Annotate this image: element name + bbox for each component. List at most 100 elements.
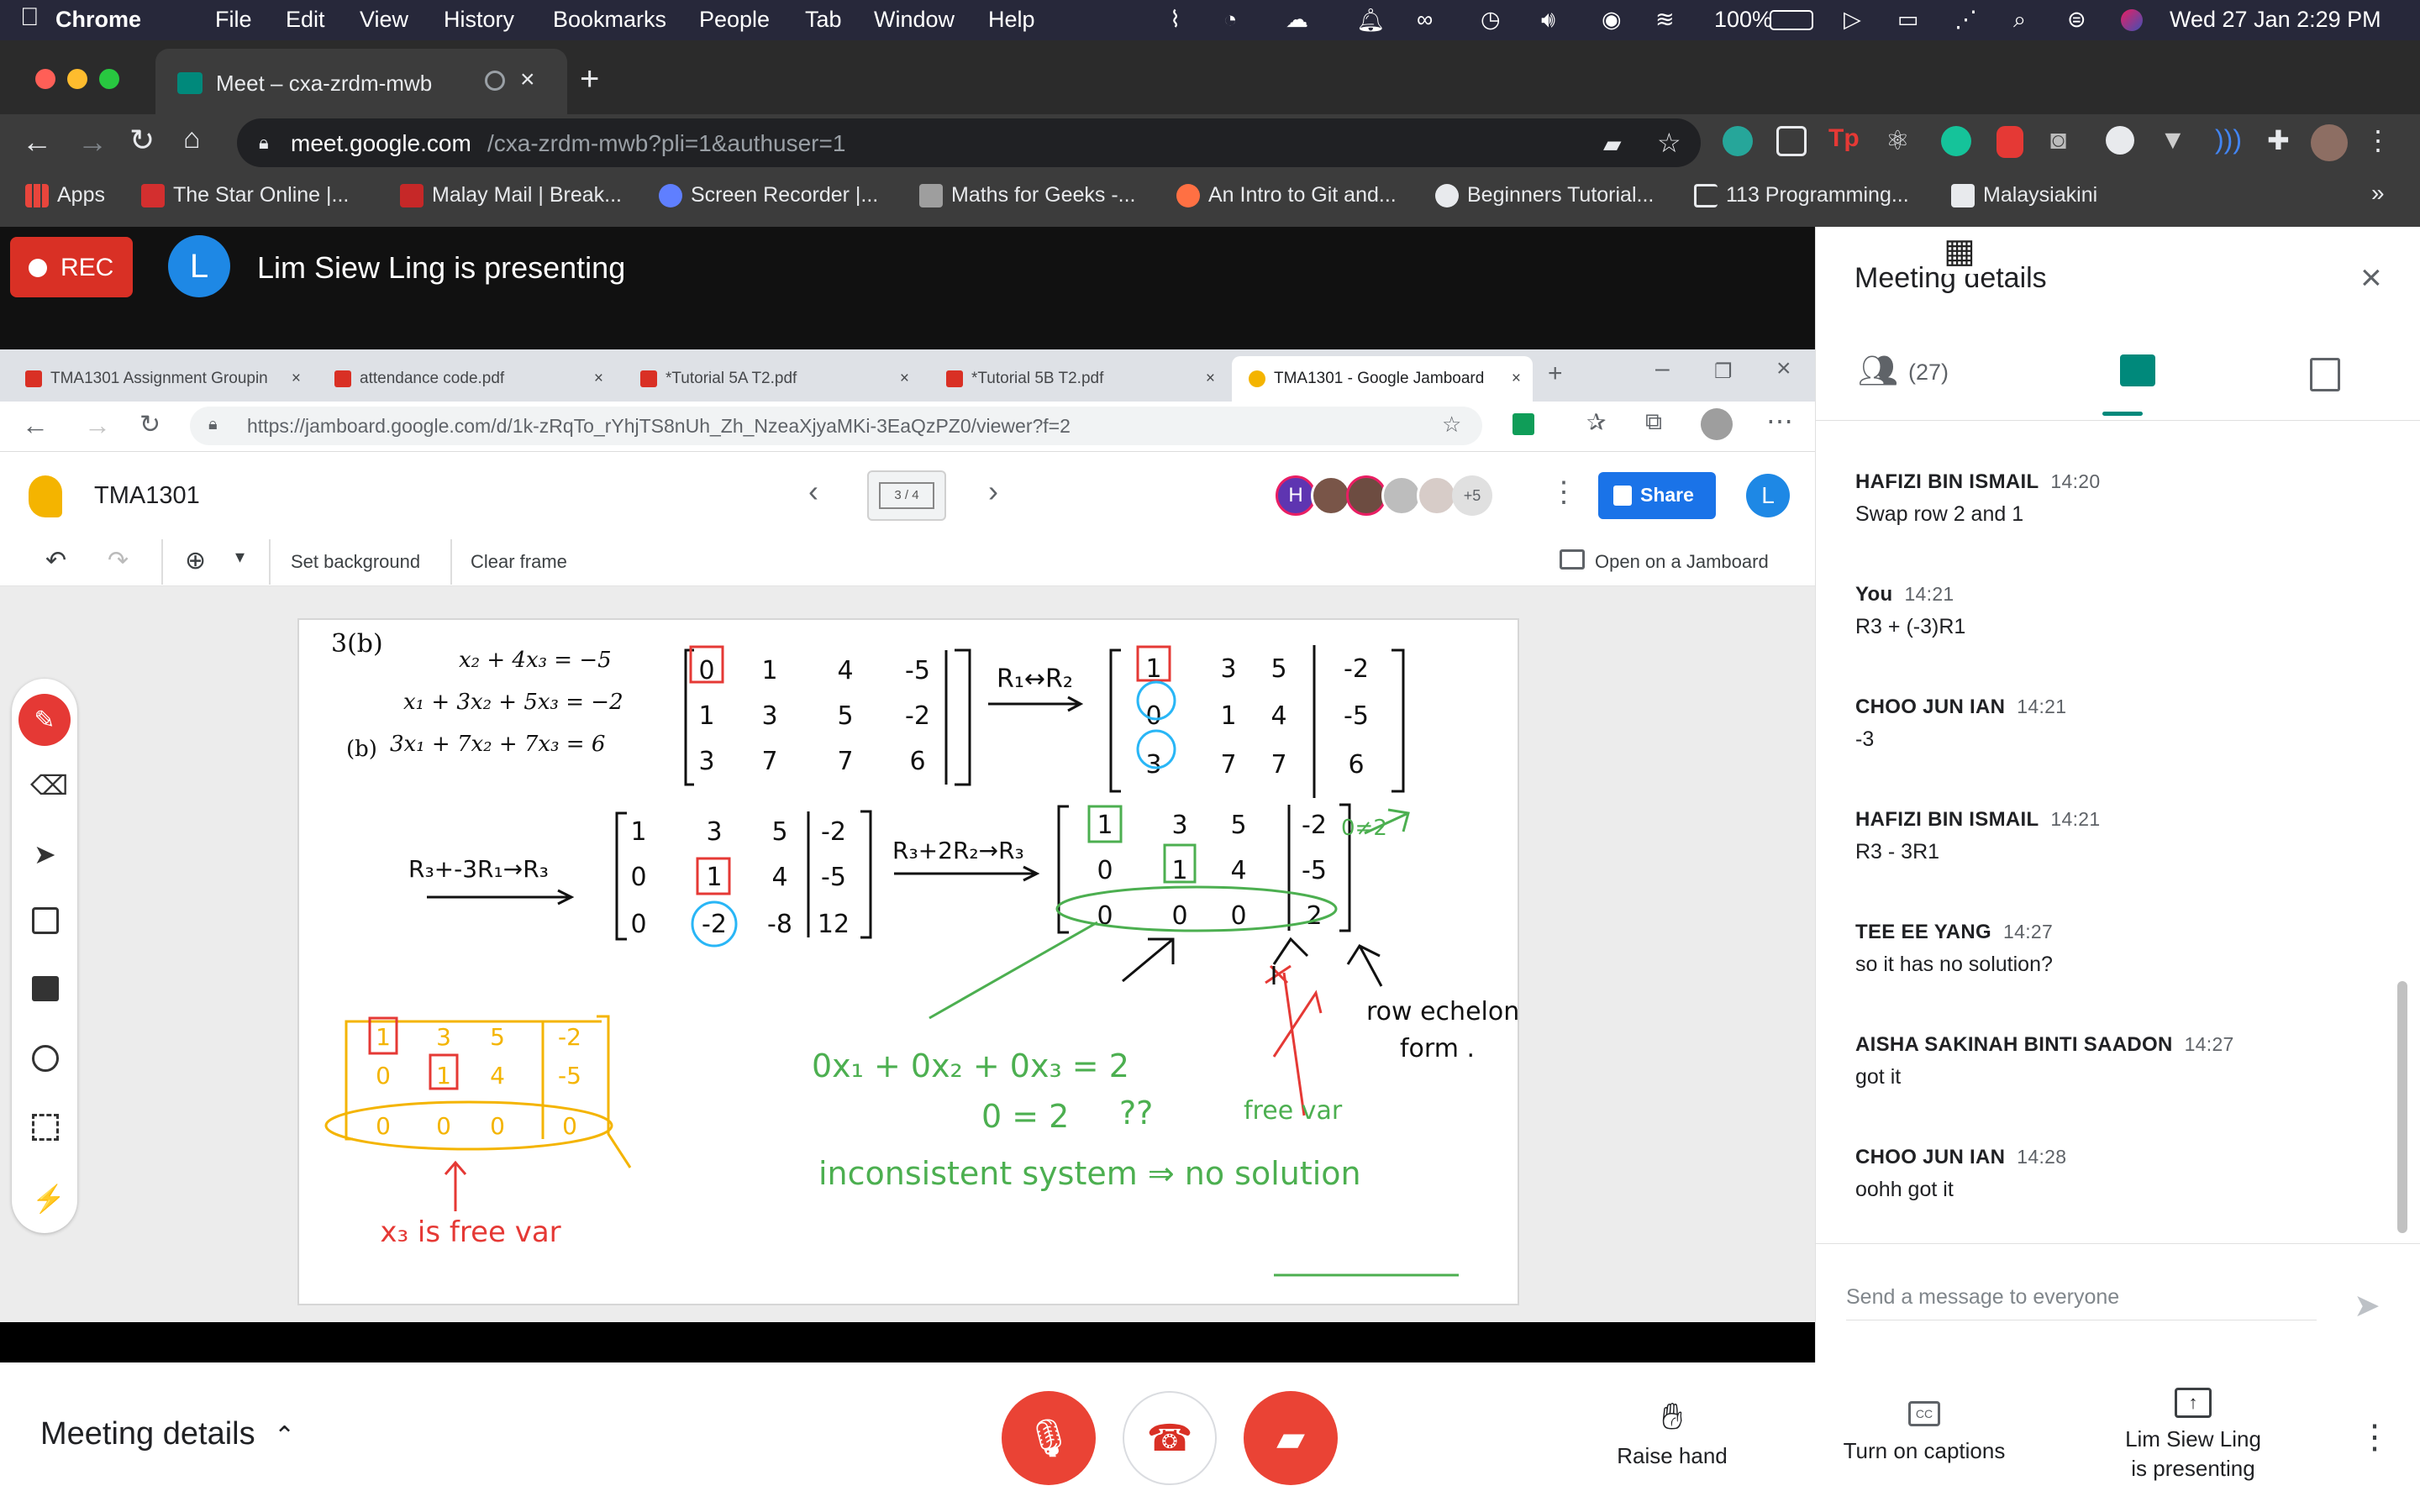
- redo-icon[interactable]: ↷: [108, 546, 129, 575]
- shared-omnibox[interactable]: 🔒︎ https://jamboard.google.com/d/1k-zRqT…: [190, 407, 1482, 445]
- paperclip-icon[interactable]: ⌇: [1170, 7, 1181, 33]
- next-frame-icon[interactable]: ›: [988, 474, 998, 509]
- undo-icon[interactable]: ↶: [45, 546, 66, 575]
- sheets-extension-icon[interactable]: [1512, 413, 1534, 435]
- raise-hand-button[interactable]: ✋︎ Raise hand: [1597, 1396, 1748, 1469]
- profile-avatar[interactable]: [2311, 124, 2348, 161]
- tab-close-icon[interactable]: ×: [594, 370, 603, 388]
- close-panel-icon[interactable]: ×: [2360, 257, 2382, 299]
- glasses-icon[interactable]: ∞: [1417, 7, 1433, 33]
- inner-star-icon[interactable]: ☆: [1442, 412, 1461, 438]
- bookmark-screen-recorder[interactable]: Screen Recorder |...: [659, 183, 878, 207]
- laser-tool-icon[interactable]: ⚡: [32, 1183, 66, 1215]
- inner-profile-icon[interactable]: [1701, 408, 1733, 440]
- bookmark-apps[interactable]: Apps: [25, 183, 105, 207]
- circle-tool-icon[interactable]: [32, 1045, 59, 1072]
- display-icon[interactable]: ▭: [1897, 7, 1919, 33]
- inner-menu-icon[interactable]: ⋯: [1766, 405, 1793, 437]
- bookmark-beginners-tutorial[interactable]: Beginners Tutorial...: [1435, 183, 1654, 207]
- jam-more-icon[interactable]: ⋮: [1549, 475, 1578, 509]
- bookmark-maths-for-geeks[interactable]: Maths for Geeks -...: [919, 183, 1136, 207]
- shared-tab-jamboard[interactable]: TMA1301 - Google Jamboard ×: [1232, 356, 1533, 402]
- prev-frame-icon[interactable]: ‹: [808, 474, 818, 509]
- camera-extension-icon[interactable]: ◙: [2050, 124, 2066, 155]
- menu-people[interactable]: People: [699, 7, 770, 33]
- tab-close-icon[interactable]: ×: [900, 370, 909, 388]
- bookmark-malaysiakini[interactable]: Malaysiakini: [1951, 183, 2097, 207]
- bookmarks-overflow-icon[interactable]: »: [2371, 180, 2385, 207]
- apple-icon[interactable]: : [20, 3, 39, 32]
- cloud-icon[interactable]: ☁: [1286, 7, 1308, 33]
- inner-forward-icon[interactable]: →: [84, 410, 111, 441]
- jamboard-frame[interactable]: 3(b) x₂ + 4x₃ = −5 x₁ + 3x₂ + 5x₃ = −2 (…: [297, 618, 1519, 1305]
- image-tool-icon[interactable]: [32, 976, 59, 1001]
- presenting-button[interactable]: ↑ Lim Siew Ling is presenting: [2101, 1388, 2286, 1482]
- notification-bell-icon[interactable]: 🔔︎: [1356, 7, 1385, 34]
- extension-m-icon[interactable]: [1723, 126, 1753, 156]
- tab-people[interactable]: 👥︎ (27): [1858, 353, 1975, 396]
- reload-icon[interactable]: ↻: [129, 123, 155, 158]
- spotlight-icon[interactable]: ⌕: [2013, 7, 2026, 34]
- share-button[interactable]: Share: [1598, 472, 1716, 519]
- battery-icon[interactable]: [1770, 10, 1813, 30]
- shared-tab-tutorial-5b[interactable]: *Tutorial 5B T2.pdf ×: [929, 356, 1227, 402]
- extension-circle-icon[interactable]: [2106, 126, 2134, 155]
- menu-window[interactable]: Window: [874, 7, 955, 33]
- window-zoom-button[interactable]: [99, 69, 119, 89]
- bookmark-malay-mail[interactable]: Malay Mail | Break...: [400, 183, 622, 207]
- menu-file[interactable]: File: [215, 7, 252, 33]
- play-icon[interactable]: ▷: [1844, 7, 1861, 33]
- tab-close-icon[interactable]: ×: [1206, 370, 1215, 388]
- window-close-button[interactable]: [35, 69, 55, 89]
- back-icon[interactable]: ←: [22, 124, 52, 160]
- menu-edit[interactable]: Edit: [286, 7, 325, 33]
- camera-off-button[interactable]: ▰: [1244, 1391, 1338, 1485]
- send-icon[interactable]: ➤: [2354, 1287, 2381, 1325]
- forward-icon[interactable]: →: [77, 124, 108, 160]
- volume-icon[interactable]: 🔊︎: [1541, 7, 1555, 34]
- chrome-menu-icon[interactable]: ⋮: [2365, 124, 2391, 156]
- wifi-icon[interactable]: ≋: [1655, 7, 1675, 33]
- captions-button[interactable]: CC Turn on captions: [1823, 1396, 2025, 1464]
- tab-close-icon[interactable]: ×: [520, 66, 535, 94]
- set-background-button[interactable]: Set background: [291, 551, 420, 573]
- home-icon[interactable]: ⌂: [183, 123, 201, 155]
- menu-app-name[interactable]: Chrome: [55, 7, 141, 33]
- tab-activities[interactable]: [2302, 354, 2352, 396]
- text-box-tool-icon[interactable]: [32, 1114, 59, 1141]
- favorites-icon[interactable]: ✰: [1586, 408, 1606, 436]
- more-options-icon[interactable]: ⋮: [2358, 1418, 2391, 1457]
- window-minimize-button[interactable]: [67, 69, 87, 89]
- inner-reload-icon[interactable]: ↻: [139, 410, 160, 439]
- select-tool-icon[interactable]: ➤: [34, 838, 56, 870]
- shared-tab-tutorial-5a[interactable]: *Tutorial 5A T2.pdf ×: [623, 356, 921, 402]
- bookmark-star-icon[interactable]: ☆: [1657, 127, 1681, 159]
- frame-bar-toggle[interactable]: 3 / 4: [867, 470, 946, 521]
- vue-extension-icon[interactable]: ▼: [2160, 124, 2186, 155]
- menu-bookmarks[interactable]: Bookmarks: [553, 7, 666, 33]
- address-bar[interactable]: 🔒︎ meet.google.com /cxa-zrdm-mwb?pli=1&a…: [237, 118, 1701, 167]
- bookmark-113-programming[interactable]: 113 Programming...: [1694, 183, 1909, 207]
- menubar-clock[interactable]: Wed 27 Jan 2:29 PM: [2170, 7, 2381, 33]
- notion-extension-icon[interactable]: [1776, 126, 1807, 156]
- collaborators[interactable]: H +5: [1276, 472, 1502, 519]
- time-machine-icon[interactable]: ◷: [1481, 7, 1501, 33]
- extensions-puzzle-icon[interactable]: ✚: [2267, 124, 2290, 156]
- menu-tab[interactable]: Tab: [805, 7, 842, 33]
- tab-chat[interactable]: [2102, 344, 2186, 396]
- inner-restore-icon[interactable]: ❐: [1714, 360, 1733, 384]
- camera-blocked-icon[interactable]: ▰: [1603, 130, 1622, 158]
- menu-history[interactable]: History: [444, 7, 514, 33]
- mic-off-button[interactable]: 🎙︎: [1002, 1391, 1096, 1485]
- zoom-icon[interactable]: ⊕: [185, 546, 206, 575]
- grammarly-extension-icon[interactable]: [1941, 126, 1971, 156]
- user-icon[interactable]: ◉: [1602, 7, 1622, 33]
- jam-title[interactable]: TMA1301: [94, 482, 200, 510]
- tab-close-icon[interactable]: ×: [292, 370, 301, 388]
- bookmark-intro-to-git[interactable]: An Intro to Git and...: [1176, 183, 1397, 207]
- inner-back-icon[interactable]: ←: [22, 410, 49, 441]
- speedometer-icon[interactable]: ◔: [1223, 7, 1237, 33]
- switches-icon[interactable]: ⊜: [2067, 7, 2086, 33]
- tab-close-icon[interactable]: ×: [1512, 370, 1521, 388]
- inner-close-icon[interactable]: ×: [1776, 354, 1791, 383]
